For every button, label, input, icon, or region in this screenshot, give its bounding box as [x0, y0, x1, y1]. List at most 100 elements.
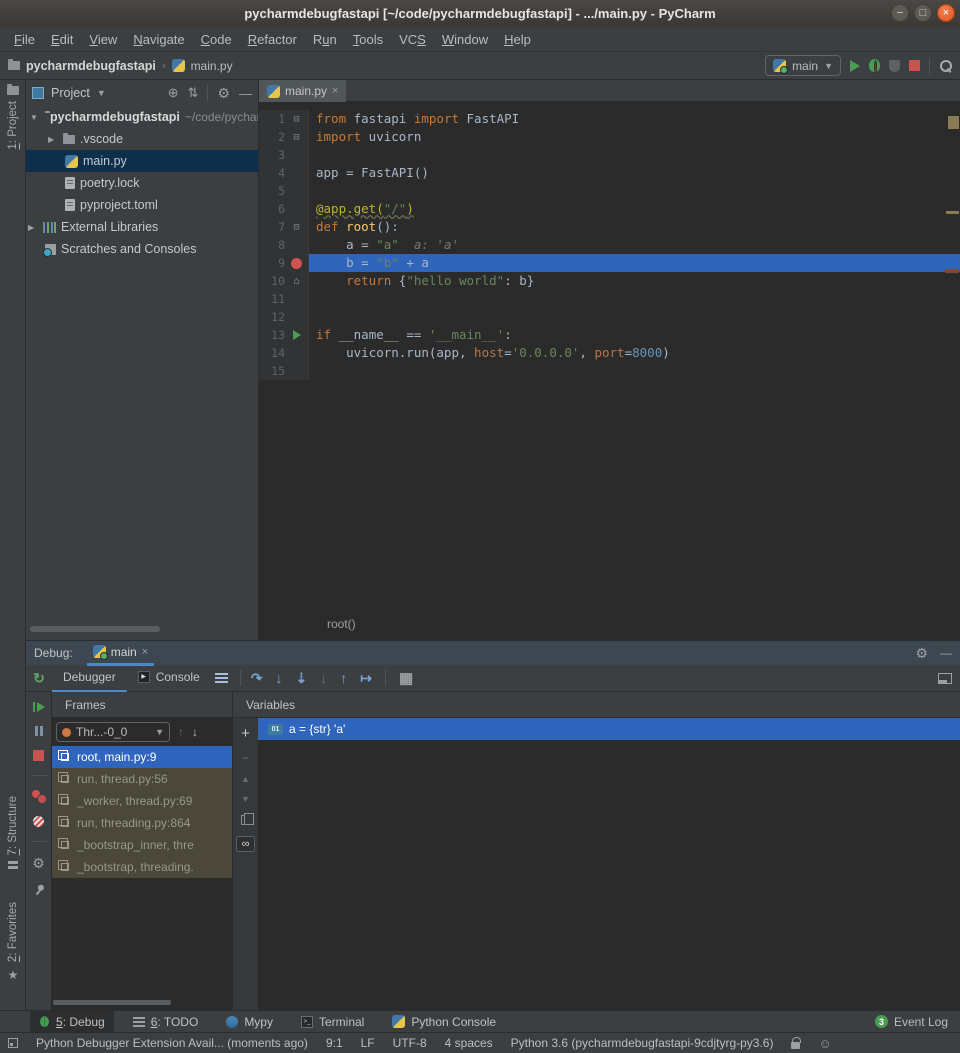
run-configuration-select[interactable]: main ▼: [765, 55, 841, 76]
code-text[interactable]: [309, 362, 960, 380]
error-stripe-breakpoint-mark[interactable]: [945, 269, 959, 273]
frame-row[interactable]: run, thread.py:56: [52, 768, 232, 790]
tab-debugger[interactable]: Debugger: [52, 665, 127, 692]
tool-button-project[interactable]: 1: Project: [0, 86, 26, 150]
line-number[interactable]: 11: [259, 290, 285, 308]
horizontal-scrollbar[interactable]: [53, 1000, 171, 1005]
menu-view[interactable]: View: [81, 32, 125, 47]
line-number[interactable]: 4: [259, 164, 285, 182]
hide-panel-icon[interactable]: ―: [239, 86, 252, 101]
tool-window-button-6-todo[interactable]: 6: TODO: [124, 1011, 208, 1033]
resume-program-icon[interactable]: [33, 702, 45, 712]
code-text[interactable]: [309, 182, 960, 200]
indent-setting[interactable]: 4 spaces: [445, 1036, 493, 1050]
frame-row[interactable]: _bootstrap, threading.: [52, 856, 232, 878]
show-watches-icon[interactable]: ∞: [236, 836, 255, 852]
gear-icon[interactable]: ⚙: [915, 646, 928, 660]
error-stripe-mark[interactable]: [946, 211, 959, 214]
run-line-icon[interactable]: [293, 330, 301, 340]
menu-edit[interactable]: Edit: [43, 32, 81, 47]
line-number[interactable]: 6: [259, 200, 285, 218]
fold-icon[interactable]: ⊟: [293, 222, 299, 233]
run-with-coverage-icon[interactable]: [889, 60, 900, 72]
tool-window-button-python-console[interactable]: Python Console: [383, 1011, 505, 1033]
step-over-icon[interactable]: ↷: [251, 671, 263, 685]
fold-end-icon[interactable]: ⌂: [293, 276, 299, 287]
line-number[interactable]: 13: [259, 326, 285, 344]
close-button[interactable]: ×: [937, 4, 955, 22]
line-number[interactable]: 12: [259, 308, 285, 326]
code-line-11[interactable]: 11: [259, 290, 960, 308]
code-text[interactable]: @app.get("/"): [309, 200, 960, 218]
step-out-icon[interactable]: ↑: [340, 671, 347, 685]
menu-file[interactable]: File: [6, 32, 43, 47]
line-number[interactable]: 14: [259, 344, 285, 362]
gear-icon[interactable]: ⚙: [32, 856, 45, 870]
breadcrumb-project[interactable]: pycharmdebugfastapi: [26, 59, 156, 73]
gutter[interactable]: ⊟: [285, 128, 309, 146]
frame-row[interactable]: root, main.py:9: [52, 746, 232, 768]
code-line-12[interactable]: 12: [259, 308, 960, 326]
code-text[interactable]: def root():: [309, 218, 960, 236]
menu-code[interactable]: Code: [193, 32, 240, 47]
gutter[interactable]: [285, 200, 309, 218]
tab-console[interactable]: ▶ Console: [127, 665, 211, 692]
move-down-icon[interactable]: ▼: [241, 795, 250, 804]
chevron-right-icon[interactable]: ▶: [48, 135, 58, 144]
close-icon[interactable]: ×: [332, 85, 338, 97]
ide-updates-icon[interactable]: ☺: [818, 1036, 831, 1051]
code-text[interactable]: from fastapi import FastAPI: [309, 110, 960, 128]
caret-position[interactable]: 9:1: [326, 1036, 343, 1050]
minimize-button[interactable]: −: [891, 4, 909, 22]
rerun-debug-icon[interactable]: ↻: [33, 670, 45, 687]
code-line-2[interactable]: 2⊟import uvicorn: [259, 128, 960, 146]
hide-panel-icon[interactable]: ―: [940, 646, 952, 660]
tool-button-structure[interactable]: 7: Structure: [0, 796, 26, 871]
execution-line[interactable]: b = "b" + a: [309, 254, 960, 272]
chevron-down-icon[interactable]: ▼: [97, 88, 106, 98]
search-everywhere-icon[interactable]: [939, 59, 952, 72]
code-text[interactable]: uvicorn.run(app, host='0.0.0.0', port=80…: [309, 344, 960, 362]
line-number[interactable]: 7: [259, 218, 285, 236]
line-number[interactable]: 1: [259, 110, 285, 128]
line-number[interactable]: 15: [259, 362, 285, 380]
collapse-all-icon[interactable]: ⇅: [188, 85, 199, 101]
move-up-icon[interactable]: ▲: [241, 775, 250, 784]
code-text[interactable]: if __name__ == '__main__':: [309, 326, 960, 344]
code-text[interactable]: import uvicorn: [309, 128, 960, 146]
project-tree-item[interactable]: pyproject.toml: [26, 194, 258, 216]
tool-window-button-5-debug[interactable]: 5: Debug: [30, 1011, 114, 1033]
variable-row[interactable]: 01a = {str} 'a': [258, 718, 960, 740]
frame-row[interactable]: run, threading.py:864: [52, 812, 232, 834]
step-into-my-code-icon[interactable]: ⇣: [295, 671, 307, 685]
evaluate-expression-icon[interactable]: ▦: [399, 671, 413, 686]
line-number[interactable]: 3: [259, 146, 285, 164]
pause-program-icon[interactable]: [35, 726, 43, 736]
menu-window[interactable]: Window: [434, 32, 496, 47]
project-tree-item[interactable]: Scratches and Consoles: [26, 238, 258, 260]
view-breakpoints-icon[interactable]: [32, 790, 46, 802]
run-to-cursor-icon[interactable]: ↦: [360, 671, 372, 685]
code-text[interactable]: a = "a" a: 'a': [309, 236, 960, 254]
status-message[interactable]: Python Debugger Extension Avail... (mome…: [36, 1036, 308, 1050]
gear-icon[interactable]: ⚙: [217, 86, 230, 100]
locate-file-icon[interactable]: ⊕: [168, 85, 179, 101]
line-number[interactable]: 2: [259, 128, 285, 146]
remove-watch-icon[interactable]: −: [242, 752, 249, 764]
editor-tab-main-py[interactable]: main.py ×: [259, 80, 346, 102]
interpreter[interactable]: Python 3.6 (pycharmdebugfastapi-9cdjtyrg…: [511, 1036, 774, 1050]
code-line-1[interactable]: 1⊟from fastapi import FastAPI: [259, 110, 960, 128]
code-text[interactable]: return {"hello world": b}: [309, 272, 960, 290]
menu-tools[interactable]: Tools: [345, 32, 391, 47]
previous-frame-icon[interactable]: ↑: [178, 725, 184, 739]
frame-row[interactable]: _worker, thread.py:69: [52, 790, 232, 812]
project-tree-item[interactable]: poetry.lock: [26, 172, 258, 194]
tool-window-button-terminal[interactable]: >_Terminal: [292, 1011, 373, 1033]
mute-breakpoints-icon[interactable]: [33, 816, 44, 827]
horizontal-scrollbar[interactable]: [30, 626, 160, 632]
breakpoint-icon[interactable]: [291, 258, 302, 269]
gutter[interactable]: [285, 308, 309, 326]
project-tree-item[interactable]: ▶External Libraries: [26, 216, 258, 238]
code-line-13[interactable]: 13 if __name__ == '__main__':: [259, 326, 960, 344]
code-line-8[interactable]: 8 a = "a" a: 'a': [259, 236, 960, 254]
